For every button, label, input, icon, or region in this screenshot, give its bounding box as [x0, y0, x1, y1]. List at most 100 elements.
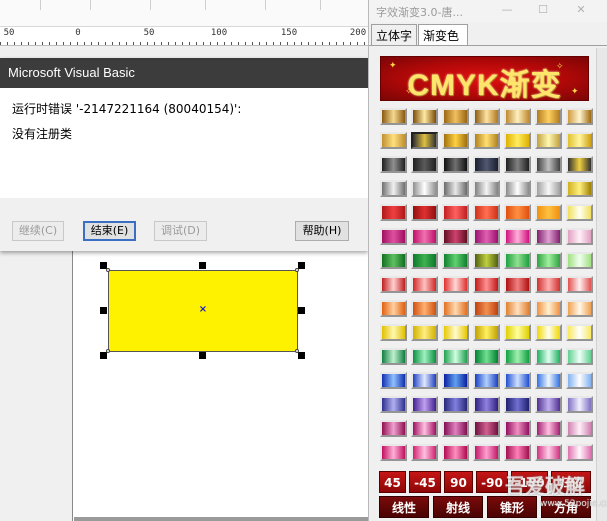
gradient-swatch[interactable]: [473, 372, 500, 389]
gradient-swatch[interactable]: [535, 444, 562, 461]
minimize-icon[interactable]: —: [499, 3, 515, 17]
gradient-swatch[interactable]: [566, 180, 593, 197]
gradient-swatch[interactable]: [535, 252, 562, 269]
gradient-swatch[interactable]: [411, 180, 438, 197]
gradient-swatch[interactable]: [411, 348, 438, 365]
selection-handle[interactable]: [298, 352, 305, 359]
gradient-swatch[interactable]: [442, 108, 469, 125]
gradient-swatch[interactable]: [411, 420, 438, 437]
corner-node[interactable]: [106, 268, 110, 272]
angle-neg45-button[interactable]: -45: [409, 471, 441, 493]
gradient-swatch[interactable]: [380, 108, 407, 125]
gradient-swatch[interactable]: [380, 324, 407, 341]
gradient-swatch[interactable]: [442, 228, 469, 245]
gradient-swatch[interactable]: [442, 252, 469, 269]
gradient-swatch[interactable]: [504, 252, 531, 269]
gradient-swatch[interactable]: [535, 156, 562, 173]
gradient-swatch[interactable]: [411, 324, 438, 341]
gradient-swatch[interactable]: [442, 300, 469, 317]
gradient-swatch[interactable]: [566, 444, 593, 461]
gradient-swatch[interactable]: [473, 180, 500, 197]
gradient-swatch[interactable]: [473, 156, 500, 173]
gradient-swatch[interactable]: [442, 132, 469, 149]
gradient-swatch[interactable]: [566, 300, 593, 317]
selection-handle[interactable]: [199, 262, 206, 269]
gradient-swatch[interactable]: [442, 444, 469, 461]
gradient-swatch[interactable]: [535, 204, 562, 221]
gradient-swatch[interactable]: [535, 348, 562, 365]
gradient-swatch[interactable]: [411, 204, 438, 221]
gradient-swatch[interactable]: [380, 252, 407, 269]
gradient-swatch[interactable]: [411, 444, 438, 461]
gradient-swatch[interactable]: [566, 132, 593, 149]
corner-node[interactable]: [295, 268, 299, 272]
gradient-swatch[interactable]: [535, 132, 562, 149]
panel-titlebar[interactable]: 字效渐变3.0-唐... — ☐ ✕: [369, 0, 607, 22]
gradient-swatch[interactable]: [504, 372, 531, 389]
angle-neg90-button[interactable]: -90: [476, 471, 508, 493]
gradient-swatch[interactable]: [473, 348, 500, 365]
object-center-marker[interactable]: ×: [198, 305, 208, 315]
gradient-swatch[interactable]: [535, 180, 562, 197]
gradient-swatch[interactable]: [442, 180, 469, 197]
gradient-swatch[interactable]: [566, 252, 593, 269]
gradient-swatch[interactable]: [380, 276, 407, 293]
angle-45-button[interactable]: 45: [379, 471, 406, 493]
gradient-swatch[interactable]: [442, 276, 469, 293]
gradient-swatch[interactable]: [473, 252, 500, 269]
dialog-titlebar[interactable]: Microsoft Visual Basic: [0, 58, 368, 88]
gradient-swatch[interactable]: [535, 396, 562, 413]
gradient-swatch[interactable]: [442, 372, 469, 389]
gradient-swatch[interactable]: [380, 444, 407, 461]
selection-handle[interactable]: [100, 352, 107, 359]
gradient-swatch[interactable]: [504, 180, 531, 197]
maximize-icon[interactable]: ☐: [535, 3, 551, 17]
gradient-swatch[interactable]: [380, 300, 407, 317]
gradient-swatch[interactable]: [442, 396, 469, 413]
gradient-swatch[interactable]: [442, 204, 469, 221]
gradient-swatch[interactable]: [504, 348, 531, 365]
close-icon[interactable]: ✕: [573, 3, 589, 17]
gradient-swatch[interactable]: [504, 300, 531, 317]
end-button[interactable]: 结束(E): [83, 221, 136, 241]
gradient-swatch[interactable]: [473, 420, 500, 437]
gradient-swatch[interactable]: [504, 420, 531, 437]
gradient-swatch[interactable]: [411, 276, 438, 293]
gradient-swatch[interactable]: [380, 204, 407, 221]
gradient-swatch[interactable]: [566, 228, 593, 245]
gradient-swatch[interactable]: [473, 324, 500, 341]
gradient-swatch[interactable]: [473, 300, 500, 317]
gradient-swatch[interactable]: [566, 156, 593, 173]
gradient-swatch[interactable]: [504, 276, 531, 293]
gradient-swatch[interactable]: [380, 180, 407, 197]
gradient-swatch[interactable]: [535, 108, 562, 125]
panel-scrollbar[interactable]: [596, 48, 607, 521]
gradient-swatch[interactable]: [442, 348, 469, 365]
gradient-swatch[interactable]: [442, 420, 469, 437]
gradient-swatch[interactable]: [504, 204, 531, 221]
gradient-swatch[interactable]: [566, 396, 593, 413]
gradient-swatch[interactable]: [380, 228, 407, 245]
gradient-swatch[interactable]: [535, 276, 562, 293]
gradient-swatch[interactable]: [473, 204, 500, 221]
gradient-swatch[interactable]: [566, 420, 593, 437]
angle-90-button[interactable]: 90: [444, 471, 473, 493]
gradient-swatch[interactable]: [473, 396, 500, 413]
selection-handle[interactable]: [199, 352, 206, 359]
gradient-swatch[interactable]: [504, 156, 531, 173]
gradient-swatch[interactable]: [411, 252, 438, 269]
gradient-swatch[interactable]: [535, 228, 562, 245]
gradient-swatch[interactable]: [566, 348, 593, 365]
radial-button[interactable]: 射线: [433, 496, 483, 518]
gradient-swatch[interactable]: [473, 444, 500, 461]
gradient-swatch[interactable]: [566, 276, 593, 293]
gradient-swatch[interactable]: [504, 132, 531, 149]
selection-handle[interactable]: [298, 262, 305, 269]
gradient-swatch[interactable]: [411, 396, 438, 413]
help-button[interactable]: 帮助(H): [295, 221, 349, 241]
gradient-swatch[interactable]: [535, 420, 562, 437]
gradient-swatch[interactable]: [411, 156, 438, 173]
gradient-swatch[interactable]: [473, 228, 500, 245]
gradient-swatch[interactable]: [380, 420, 407, 437]
tab-gradient[interactable]: 渐变色: [418, 24, 468, 46]
